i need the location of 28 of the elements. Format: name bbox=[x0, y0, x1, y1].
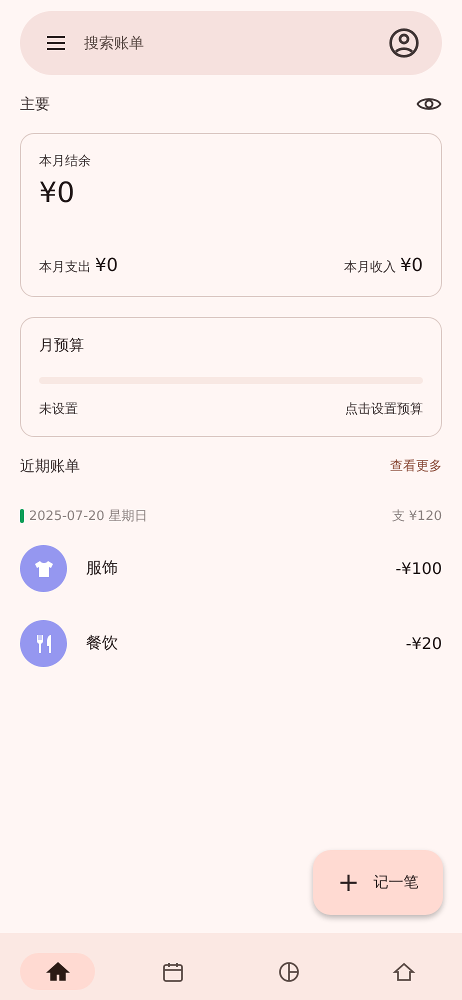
section-title: 主要 bbox=[20, 94, 50, 114]
bill-date: 2025-07-20 星期日 bbox=[29, 508, 148, 525]
category-name: 服饰 bbox=[86, 558, 119, 579]
search-bar[interactable]: 搜索账单 bbox=[20, 11, 442, 75]
expense-label: 本月支出 bbox=[39, 259, 91, 276]
search-input[interactable]: 搜索账单 bbox=[82, 33, 374, 53]
add-record-button[interactable]: + 记一笔 bbox=[313, 850, 443, 915]
expense-amount: ¥0 bbox=[95, 255, 118, 276]
set-budget-link[interactable]: 点击设置预算 bbox=[345, 400, 423, 418]
budget-card[interactable]: 月预算 未设置 点击设置预算 bbox=[20, 317, 442, 437]
section-title: 近期账单 bbox=[20, 456, 80, 476]
balance-amount: ¥0 bbox=[39, 176, 76, 209]
day-total: 支 ¥120 bbox=[392, 508, 442, 525]
income-amount: ¥0 bbox=[400, 255, 423, 276]
pie-chart-icon bbox=[276, 960, 301, 984]
home-icon bbox=[46, 960, 70, 984]
account-icon[interactable] bbox=[388, 27, 420, 59]
bill-amount: -¥100 bbox=[396, 559, 442, 578]
view-more-link[interactable]: 查看更多 bbox=[390, 457, 442, 475]
balance-label: 本月结余 bbox=[39, 153, 92, 170]
bill-amount: -¥20 bbox=[406, 634, 442, 653]
category-name: 餐饮 bbox=[86, 633, 119, 654]
budget-status: 未设置 bbox=[39, 401, 78, 418]
nav-tab[interactable] bbox=[20, 953, 96, 990]
bill-item[interactable]: 服饰 -¥100 bbox=[20, 531, 442, 606]
budget-title: 月预算 bbox=[39, 336, 85, 355]
income-label: 本月收入 bbox=[344, 259, 396, 276]
bill-item[interactable]: 餐饮 -¥20 bbox=[20, 606, 442, 681]
